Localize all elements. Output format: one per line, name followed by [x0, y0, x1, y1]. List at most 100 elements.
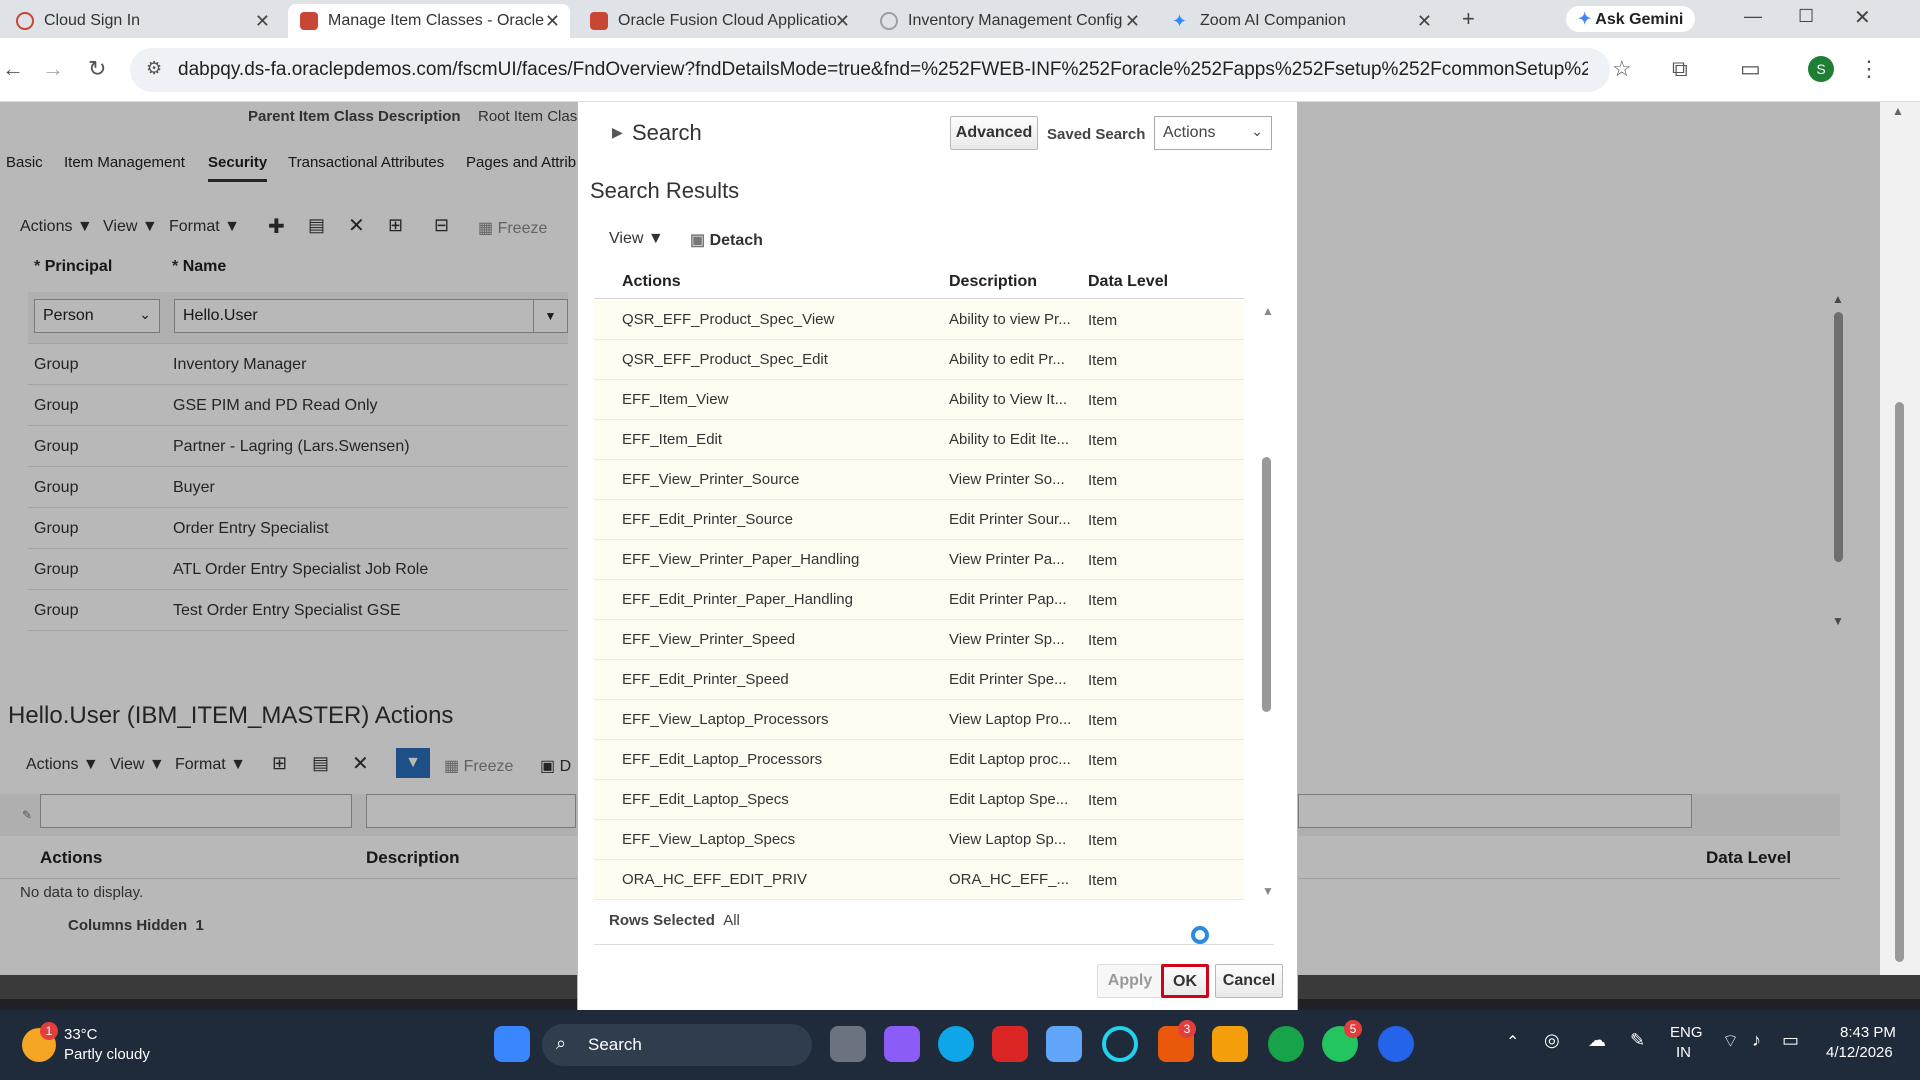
table-row[interactable]: EFF_Item_View Ability to View It... Item [594, 380, 1244, 420]
windows-taskbar: 1 33°C Partly cloudy ⌕ Search 3 5 ⌃ ◎ ☁ … [0, 1010, 1920, 1080]
search-actions-dialog: ▶ Search Advanced Saved Search Actions ⌄… [577, 102, 1298, 1010]
table-row[interactable]: EFF_View_Printer_Paper_Handling View Prin… [594, 540, 1244, 580]
results-table-header: Actions Description Data Level [594, 263, 1244, 299]
ok-button[interactable]: OK [1161, 964, 1209, 998]
actions-column-header[interactable]: Actions [622, 273, 681, 291]
extensions-icon[interactable]: ⧉ [1672, 56, 1688, 82]
close-tab-icon[interactable]: ✕ [545, 11, 560, 32]
edge-icon[interactable] [938, 1026, 974, 1062]
chevron-down-icon: ⌄ [1251, 123, 1263, 139]
task-view-icon[interactable] [830, 1026, 866, 1062]
tab-manage-item-classes[interactable]: Manage Item Classes - Oracle ✕ [288, 4, 570, 38]
scroll-down-icon[interactable]: ▼ [1262, 884, 1274, 898]
region-indicator: IN [1676, 1044, 1691, 1061]
store-icon[interactable] [1046, 1026, 1082, 1062]
apply-button[interactable]: Apply [1097, 964, 1163, 998]
search-icon: ⌕ [556, 1033, 567, 1053]
page-scrollbar-thumb[interactable] [1895, 402, 1904, 962]
tab-cloud-sign-in[interactable]: Cloud Sign In ✕ [4, 4, 280, 38]
table-row[interactable]: EFF_Edit_Printer_Source Edit Printer Sour… [594, 500, 1244, 540]
address-bar[interactable]: ⚙ dabpqy.ds-fa.oraclepdemos.com/fscmUI/f… [130, 48, 1610, 92]
windows-start-icon[interactable] [494, 1026, 530, 1062]
saved-search-select[interactable]: Actions ⌄ [1154, 116, 1272, 150]
close-tab-icon[interactable]: ✕ [1125, 11, 1140, 32]
globe-icon [880, 12, 898, 30]
close-tab-icon[interactable]: ✕ [255, 11, 270, 32]
table-row[interactable]: EFF_View_Printer_Speed View Printer Sp...… [594, 620, 1244, 660]
forward-icon[interactable]: → [42, 56, 64, 82]
data-level-column-header[interactable]: Data Level [1088, 273, 1168, 291]
table-row[interactable]: EFF_Edit_Printer_Speed Edit Printer Spe..… [594, 660, 1244, 700]
close-tab-icon[interactable]: ✕ [1417, 11, 1432, 32]
disclosure-triangle-icon[interactable]: ▶ [612, 124, 623, 141]
pen-icon[interactable]: ✎ [1630, 1030, 1645, 1051]
clock-date: 4/12/2026 [1826, 1044, 1893, 1061]
site-settings-icon[interactable]: ⚙ [146, 58, 162, 79]
file-explorer-icon[interactable] [1212, 1026, 1248, 1062]
detach-button[interactable]: ▣ Detach [690, 230, 763, 250]
ask-gemini-button[interactable]: ✦ Ask Gemini [1566, 6, 1696, 32]
tab-inventory-config[interactable]: Inventory Management Config ✕ [868, 4, 1150, 38]
results-scrollbar-thumb[interactable] [1262, 457, 1271, 712]
language-indicator[interactable]: ENG [1670, 1024, 1703, 1041]
chrome-icon[interactable] [1268, 1026, 1304, 1062]
maximize-icon[interactable]: ☐ [1798, 6, 1814, 27]
description-column-header[interactable]: Description [949, 273, 1037, 291]
sync-icon[interactable]: ◎ [1544, 1030, 1560, 1051]
window-close-icon[interactable]: ✕ [1854, 5, 1871, 30]
weather-temp: 33°C [64, 1026, 98, 1043]
scroll-up-icon[interactable]: ▲ [1262, 304, 1274, 318]
tab-oracle-fusion[interactable]: Oracle Fusion Cloud Applicatio ✕ [578, 4, 860, 38]
browser-tab-bar: Cloud Sign In ✕ Manage Item Classes - Or… [0, 0, 1920, 38]
page-scrollbar[interactable]: ▲ [1880, 102, 1920, 975]
l-app-badge: 3 [1178, 1020, 1196, 1038]
table-row[interactable]: QSR_EFF_Product_Spec_View Ability to view… [594, 300, 1244, 340]
results-table-body: QSR_EFF_Product_Spec_View Ability to view… [594, 300, 1244, 900]
oracle-icon [16, 12, 34, 30]
sparkle-icon: ✦ [1172, 11, 1188, 31]
advanced-button[interactable]: Advanced [950, 116, 1038, 150]
table-row[interactable]: ORA_HC_EFF_EDIT_PRIV ORA_HC_EFF_... Item [594, 860, 1244, 900]
reload-icon[interactable]: ↻ [88, 56, 106, 82]
copilot-icon[interactable] [884, 1026, 920, 1062]
volume-icon[interactable]: ♪ [1752, 1030, 1761, 1051]
divider [594, 944, 1274, 945]
clock-time[interactable]: 8:43 PM [1840, 1024, 1896, 1041]
table-row[interactable]: EFF_Item_Edit Ability to Edit Ite... Item [594, 420, 1244, 460]
minimize-icon[interactable]: — [1744, 6, 1762, 27]
table-row[interactable]: EFF_Edit_Laptop_Specs Edit Laptop Spe... I… [594, 780, 1244, 820]
table-row[interactable]: EFF_View_Laptop_Processors View Laptop Pr… [594, 700, 1244, 740]
detach-icon: ▣ [690, 232, 706, 249]
chevron-up-icon[interactable]: ⌃ [1506, 1032, 1519, 1052]
cancel-button[interactable]: Cancel [1215, 964, 1283, 998]
cortana-icon[interactable] [1102, 1026, 1138, 1062]
cloud-icon[interactable]: ☁ [1588, 1030, 1606, 1051]
zoom-icon[interactable] [1378, 1026, 1414, 1062]
view-menu[interactable]: View ▼ [609, 230, 664, 248]
table-row[interactable]: EFF_View_Printer_Source View Printer So..… [594, 460, 1244, 500]
weather-description: Partly cloudy [64, 1046, 150, 1063]
tab-zoom-ai[interactable]: ✦ Zoom AI Companion ✕ [1160, 4, 1442, 38]
whatsapp-badge: 5 [1344, 1020, 1362, 1038]
mcafee-icon[interactable] [992, 1026, 1028, 1062]
wifi-icon[interactable]: ⌔ [1722, 1030, 1739, 1053]
table-row[interactable]: EFF_Edit_Printer_Paper_Handling Edit Prin… [594, 580, 1244, 620]
browser-menu-icon[interactable]: ⋮ [1858, 56, 1880, 82]
table-row[interactable]: QSR_EFF_Product_Spec_Edit Ability to edit… [594, 340, 1244, 380]
profile-avatar[interactable]: S [1808, 56, 1834, 82]
search-section-title[interactable]: Search [632, 120, 702, 146]
taskbar-search[interactable]: ⌕ Search [542, 1024, 812, 1066]
scroll-up-icon[interactable]: ▲ [1892, 104, 1904, 118]
new-tab-icon[interactable]: + [1462, 6, 1475, 32]
bookmark-star-icon[interactable]: ☆ [1612, 56, 1632, 82]
table-row[interactable]: EFF_Edit_Laptop_Processors Edit Laptop pr… [594, 740, 1244, 780]
table-row[interactable]: EFF_View_Laptop_Specs View Laptop Sp... It… [594, 820, 1244, 860]
oracle-icon [300, 12, 318, 30]
back-icon[interactable]: ← [2, 56, 24, 82]
gemini-icon: ✦ [1578, 11, 1592, 28]
cast-icon[interactable]: ▭ [1740, 56, 1761, 82]
browser-toolbar: ← → ↻ ⚙ dabpqy.ds-fa.oraclepdemos.com/fs… [0, 38, 1920, 102]
close-tab-icon[interactable]: ✕ [835, 11, 850, 32]
battery-icon[interactable]: ▭ [1782, 1030, 1799, 1051]
weather-badge: 1 [40, 1022, 58, 1040]
